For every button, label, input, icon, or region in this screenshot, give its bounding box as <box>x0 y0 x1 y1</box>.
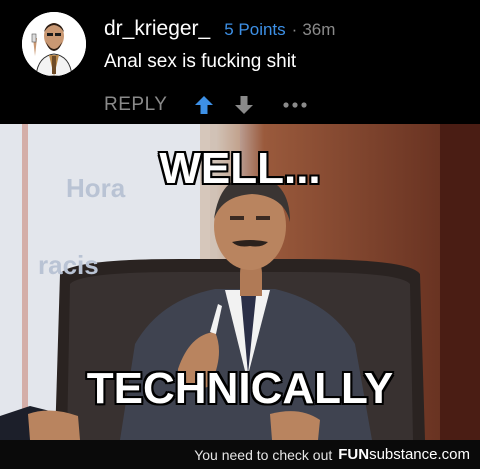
meta-separator: · <box>291 20 298 39</box>
meme-image: Hora racis WELL... TECHNICALLY <box>0 124 480 440</box>
comment-text: Anal sex is fucking shit <box>104 51 297 72</box>
avatar-image <box>22 12 86 76</box>
arrow-up-icon[interactable] <box>193 94 215 116</box>
brand-fun: FUN <box>338 446 370 463</box>
comment-actions: REPLY <box>104 93 308 117</box>
reply-button[interactable]: REPLY <box>104 94 167 116</box>
username[interactable]: dr_krieger_ <box>104 17 210 41</box>
brand-logo[interactable]: FUNsubstance.com <box>338 446 470 463</box>
background-sign-text-2: racis <box>38 250 99 280</box>
meme-top-caption: WELL... <box>158 143 321 194</box>
meme-bottom-caption: TECHNICALLY <box>86 363 394 414</box>
comment: dr_krieger_ 5 Points · 36m Anal sex is f… <box>0 0 480 124</box>
avatar[interactable] <box>22 12 86 76</box>
arrow-down-icon[interactable] <box>233 94 255 116</box>
watermark-footer: You need to check out FUNsubstance.com <box>0 440 480 469</box>
timestamp: 36m <box>302 20 336 39</box>
brand-domain: .com <box>437 446 470 463</box>
ellipsis-icon[interactable] <box>283 101 308 109</box>
points-count: 5 Points <box>224 20 286 39</box>
comment-meta: dr_krieger_ 5 Points · 36m <box>104 17 335 41</box>
footer-text: You need to check out <box>194 446 333 463</box>
brand-substance: substance <box>369 446 438 463</box>
